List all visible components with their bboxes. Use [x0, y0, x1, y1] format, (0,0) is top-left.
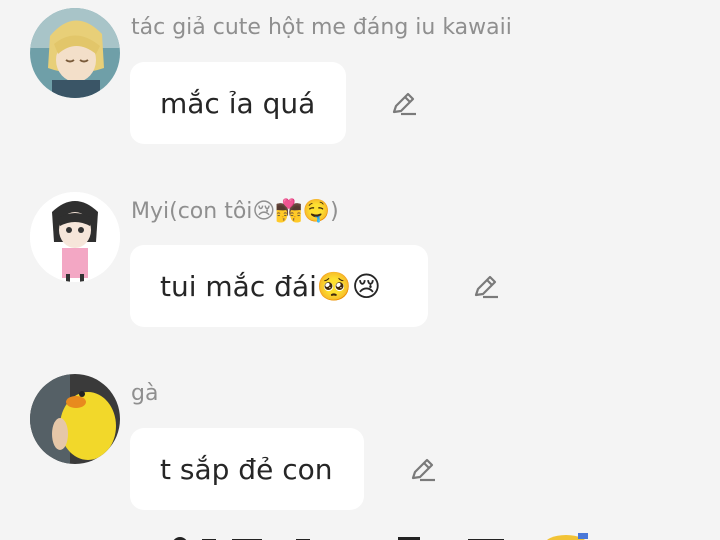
author-name: Myi(con tôi😢👨‍❤️‍💋‍👨🤤) — [131, 199, 339, 224]
message-text: t sắp đẻ con — [160, 452, 333, 486]
pencil-edit-icon[interactable] — [389, 88, 419, 118]
message-bubble[interactable]: mắc ỉa quá — [130, 62, 346, 144]
avatar-anime-blonde[interactable] — [30, 8, 120, 98]
pencil-edit-icon[interactable] — [408, 454, 438, 484]
author-name: tác giả cute hột me đáng iu kawaii — [131, 15, 512, 40]
bottom-toolbar — [0, 528, 720, 540]
message-text: tui mắc đái🥺😢 — [160, 269, 381, 303]
author-name: gà — [131, 381, 159, 406]
message-text: mắc ỉa quá — [160, 86, 316, 120]
message-bubble[interactable]: tui mắc đái🥺😢 — [130, 245, 428, 327]
avatar-chibi-girl[interactable] — [30, 192, 120, 282]
message-bubble[interactable]: t sắp đẻ con — [130, 428, 364, 510]
pencil-edit-icon[interactable] — [471, 271, 501, 301]
avatar-yellow-duck[interactable] — [30, 374, 120, 464]
toolbar-icon — [578, 533, 588, 539]
